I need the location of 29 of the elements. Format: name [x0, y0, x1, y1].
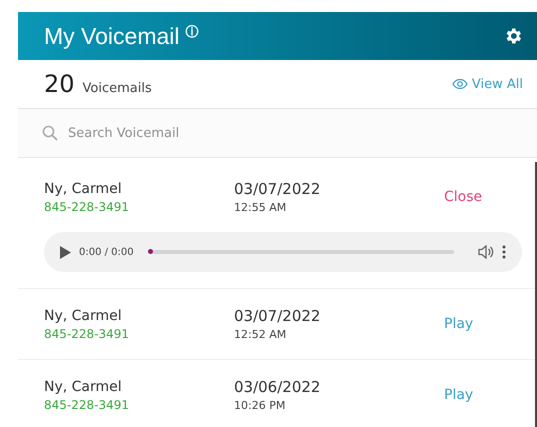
caller-name: Ny, Carmel	[44, 378, 123, 394]
more-icon[interactable]	[502, 245, 506, 259]
progress-thumb[interactable]	[148, 249, 153, 254]
voicemail-count: 20	[44, 70, 75, 98]
audio-player[interactable]: 0:00 / 0:00	[44, 232, 522, 272]
window-title: My Voicemail	[44, 22, 180, 50]
play-link[interactable]: Play	[444, 316, 474, 332]
voicemail-time: 10:26 PM	[234, 399, 286, 412]
view-all-link[interactable]: View All	[452, 76, 523, 92]
search-field[interactable]: Search Voicemail	[66, 124, 370, 142]
phone-number: 845-228-3491	[44, 398, 130, 412]
volume-icon[interactable]	[478, 245, 494, 259]
voicemail-time: 12:52 AM	[234, 328, 288, 341]
phone-number: 845-228-3491	[44, 326, 130, 340]
voicemail-date: 03/07/2022	[234, 180, 322, 198]
search-icon	[42, 125, 58, 141]
voicemail-time: 12:55 AM	[234, 201, 288, 214]
caller-name: Ny, Carmel	[44, 308, 123, 324]
eye-icon	[452, 79, 468, 89]
caller-name: Ny, Carmel	[44, 180, 123, 196]
play-link[interactable]: Play	[444, 387, 474, 403]
playback-time: 0:00 / 0:00	[79, 246, 134, 258]
close-link[interactable]: Close	[444, 189, 482, 205]
voicemail-date: 03/07/2022	[234, 307, 322, 325]
phone-number: 845-228-3491	[44, 200, 130, 214]
voicemail-date: 03/06/2022	[234, 378, 322, 396]
info-icon[interactable]: ⓘ	[185, 22, 198, 40]
count-label: Voicemails	[82, 81, 152, 96]
play-icon[interactable]	[60, 246, 71, 258]
